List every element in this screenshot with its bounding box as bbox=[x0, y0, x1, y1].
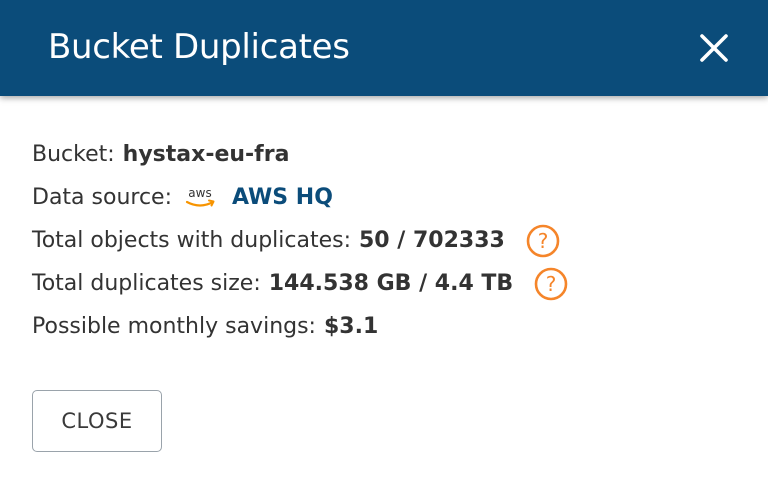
bucket-row: Bucket: hystax-eu-fra bbox=[32, 133, 732, 176]
aws-logo-text: aws bbox=[188, 186, 211, 200]
savings-row: Possible monthly savings: $3.1 bbox=[32, 305, 732, 348]
total-size-value: 144.538 GB / 4.4 TB bbox=[268, 271, 514, 296]
svg-text:?: ? bbox=[546, 272, 557, 296]
total-objects-label: Total objects with duplicates: bbox=[32, 228, 351, 253]
close-icon[interactable] bbox=[692, 26, 736, 70]
bucket-value: hystax-eu-fra bbox=[122, 142, 290, 167]
dialog-content: Bucket: hystax-eu-fra Data source: aws A… bbox=[32, 133, 732, 348]
close-button[interactable]: CLOSE bbox=[32, 390, 162, 452]
savings-label: Possible monthly savings: bbox=[32, 314, 316, 339]
total-size-help-icon[interactable]: ? bbox=[533, 266, 569, 302]
svg-text:?: ? bbox=[538, 229, 549, 253]
total-size-row: Total duplicates size: 144.538 GB / 4.4 … bbox=[32, 262, 732, 305]
data-source-row: Data source: aws AWS HQ bbox=[32, 176, 732, 219]
data-source-link[interactable]: AWS HQ bbox=[232, 185, 333, 210]
dialog-title: Bucket Duplicates bbox=[48, 27, 350, 67]
bucket-duplicates-dialog: Bucket Duplicates Bucket: hystax-eu-fra … bbox=[0, 0, 768, 488]
total-size-label: Total duplicates size: bbox=[32, 271, 261, 296]
aws-logo-icon: aws bbox=[182, 185, 218, 211]
bucket-label: Bucket: bbox=[32, 142, 115, 167]
total-objects-value: 50 / 702333 bbox=[359, 228, 505, 253]
savings-value: $3.1 bbox=[323, 314, 379, 339]
total-objects-help-icon[interactable]: ? bbox=[525, 223, 561, 259]
total-objects-row: Total objects with duplicates: 50 / 7023… bbox=[32, 219, 732, 262]
data-source-label: Data source: bbox=[32, 185, 172, 210]
dialog-header: Bucket Duplicates bbox=[0, 0, 768, 96]
